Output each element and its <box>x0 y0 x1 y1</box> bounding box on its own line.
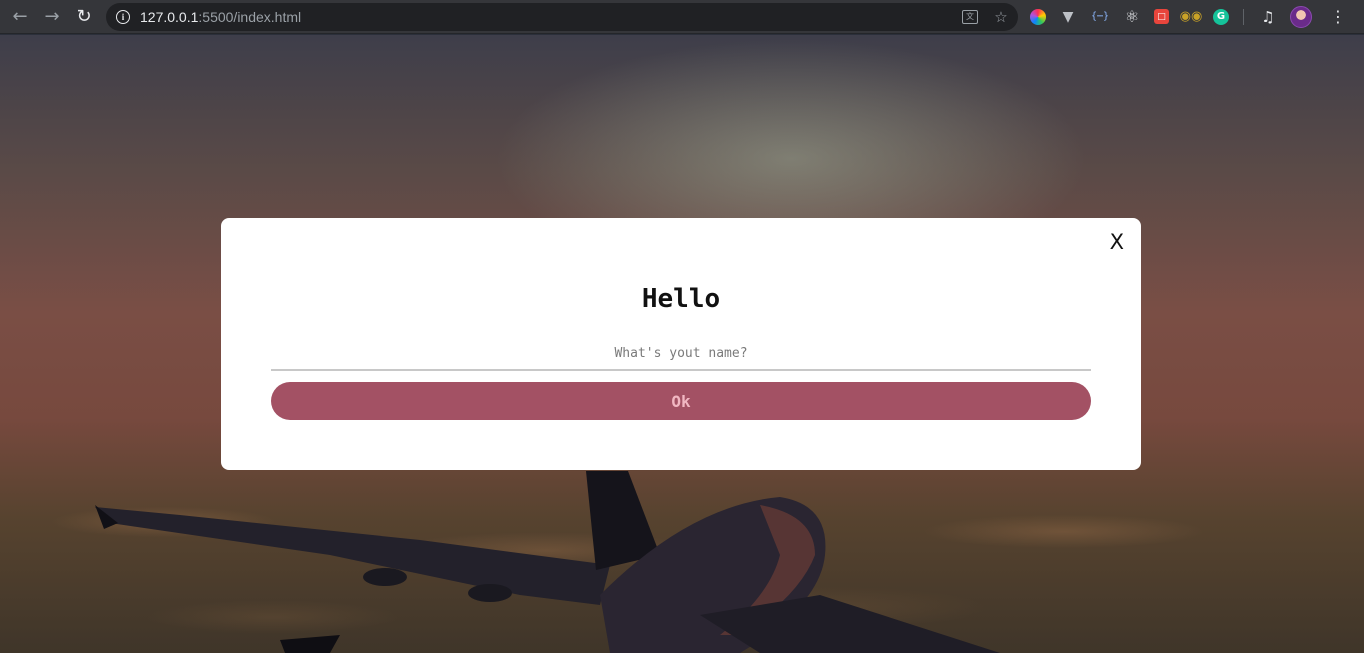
browser-toolbar: ← → ↻ i 127.0.0.1:5500/index.html 文 ☆ ▼ … <box>0 0 1364 34</box>
back-arrow-icon[interactable]: ← <box>4 1 36 33</box>
reload-icon[interactable]: ↻ <box>68 1 100 33</box>
translate-icon[interactable]: 文 <box>962 9 978 24</box>
react-devtools-icon[interactable]: ⚛ <box>1122 7 1142 27</box>
json-viewer-icon[interactable]: {⋯} <box>1090 7 1110 27</box>
profile-avatar[interactable] <box>1290 5 1312 28</box>
media-playlist-icon[interactable]: ♫ <box>1258 7 1278 27</box>
grammarly-icon[interactable]: G <box>1213 8 1229 25</box>
color-wheel-icon[interactable] <box>1030 8 1046 25</box>
address-bar[interactable]: i 127.0.0.1:5500/index.html 文 ☆ <box>106 2 1018 31</box>
url-text[interactable]: 127.0.0.1:5500/index.html <box>140 9 301 25</box>
url-path: :5500/index.html <box>198 8 302 25</box>
toolbar-divider <box>1243 8 1244 25</box>
address-bar-actions: 文 ☆ <box>962 3 1010 31</box>
star-icon[interactable]: ☆ <box>992 8 1010 26</box>
kebab-menu-icon[interactable]: ⋮ <box>1330 7 1346 26</box>
glasses-icon[interactable]: ◉◉ <box>1180 7 1203 27</box>
name-input[interactable] <box>271 338 1091 371</box>
extension-box-icon[interactable]: □ <box>1154 9 1169 24</box>
extensions-bar: ▼ {⋯} ⚛ □ ◉◉ G ♫ ⋮ <box>1030 5 1346 28</box>
close-button[interactable]: X <box>1110 232 1124 253</box>
forward-arrow-icon[interactable]: → <box>36 1 68 33</box>
modal-title: Hello <box>641 284 721 314</box>
vue-devtools-icon[interactable]: ▼ <box>1058 7 1078 27</box>
url-host: 127.0.0.1 <box>140 8 199 25</box>
greeting-modal: X Hello Ok <box>221 218 1141 470</box>
info-icon[interactable]: i <box>116 9 130 24</box>
ok-button[interactable]: Ok <box>271 382 1091 420</box>
